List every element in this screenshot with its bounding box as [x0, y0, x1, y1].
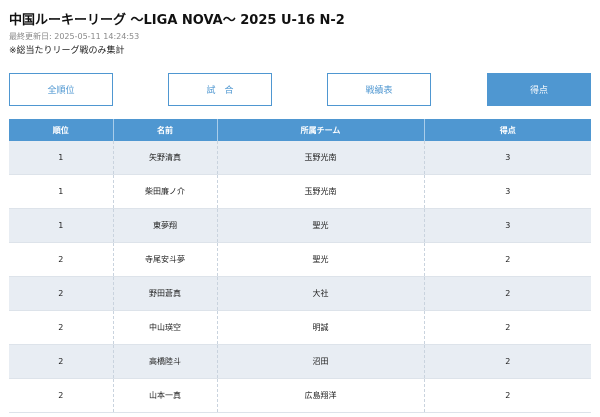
table-row: 2 野田蒼真 大社 2 — [9, 276, 591, 311]
column-header-goals: 得点 — [423, 119, 591, 141]
rank-cell: 1 — [9, 208, 113, 243]
team-cell: 玉野光南 — [216, 141, 424, 175]
player-name-cell: 野田蒼真 — [112, 276, 217, 311]
goals-cell: 2 — [423, 344, 591, 379]
table-header-row: 順位 名前 所属チーム 得点 — [9, 119, 591, 141]
column-header-rank: 順位 — [9, 119, 113, 141]
goals-cell: 3 — [423, 174, 591, 209]
goals-cell: 2 — [423, 310, 591, 345]
table-row: 1 東夢翔 聖光 3 — [9, 208, 591, 243]
tab-all-standings[interactable]: 全順位 — [9, 73, 113, 106]
rank-cell: 2 — [9, 310, 113, 345]
team-cell: 広島翔洋 — [216, 378, 424, 413]
last-updated: 最終更新日: 2025-05-11 14:24:53 — [9, 32, 140, 41]
tab-bar: 全順位 試 合 戦績表 得点 — [9, 73, 591, 106]
team-cell: 聖光 — [216, 208, 424, 243]
player-name-cell: 柴田廉ノ介 — [112, 174, 217, 209]
tab-scorers[interactable]: 得点 — [487, 73, 591, 106]
aggregation-note: ※総当たりリーグ戦のみ集計 — [9, 46, 125, 56]
team-cell: 聖光 — [216, 242, 424, 277]
player-name-cell: 山本一真 — [112, 378, 217, 413]
table-row: 2 高橋陸斗 沼田 2 — [9, 344, 591, 379]
player-name-cell: 高橋陸斗 — [112, 344, 217, 379]
goals-cell: 2 — [423, 276, 591, 311]
rank-cell: 2 — [9, 242, 113, 277]
goals-cell: 3 — [423, 141, 591, 175]
team-cell: 大社 — [216, 276, 424, 311]
rank-cell: 1 — [9, 174, 113, 209]
tab-results-table[interactable]: 戦績表 — [327, 73, 431, 106]
rank-cell: 2 — [9, 378, 113, 413]
goals-cell: 2 — [423, 242, 591, 277]
goals-cell: 2 — [423, 378, 591, 413]
team-cell: 明誠 — [216, 310, 424, 345]
column-header-name: 名前 — [112, 119, 217, 141]
player-name-cell: 中山瑛空 — [112, 310, 217, 345]
table-row: 2 山本一真 広島翔洋 2 — [9, 378, 591, 413]
tab-matches[interactable]: 試 合 — [168, 73, 272, 106]
page: 中国ルーキーリーグ 〜LIGA NOVA〜 2025 U-16 N-2 最終更新… — [0, 0, 600, 417]
player-name-cell: 寺尾安斗夢 — [112, 242, 217, 277]
team-cell: 沼田 — [216, 344, 424, 379]
scorers-table: 順位 名前 所属チーム 得点 1 矢野清真 玉野光南 3 1 柴田廉ノ介 玉野光… — [9, 119, 591, 413]
goals-cell: 3 — [423, 208, 591, 243]
table-row: 2 寺尾安斗夢 聖光 2 — [9, 242, 591, 277]
rank-cell: 1 — [9, 141, 113, 175]
player-name-cell: 東夢翔 — [112, 208, 217, 243]
page-title: 中国ルーキーリーグ 〜LIGA NOVA〜 2025 U-16 N-2 — [9, 13, 345, 28]
rank-cell: 2 — [9, 276, 113, 311]
table-row: 2 中山瑛空 明誠 2 — [9, 310, 591, 345]
team-cell: 玉野光南 — [216, 174, 424, 209]
table-body: 1 矢野清真 玉野光南 3 1 柴田廉ノ介 玉野光南 3 1 東夢翔 聖光 3 … — [9, 141, 591, 413]
table-row: 1 柴田廉ノ介 玉野光南 3 — [9, 174, 591, 209]
player-name-cell: 矢野清真 — [112, 141, 217, 175]
rank-cell: 2 — [9, 344, 113, 379]
table-row: 1 矢野清真 玉野光南 3 — [9, 141, 591, 175]
column-header-team: 所属チーム — [216, 119, 424, 141]
